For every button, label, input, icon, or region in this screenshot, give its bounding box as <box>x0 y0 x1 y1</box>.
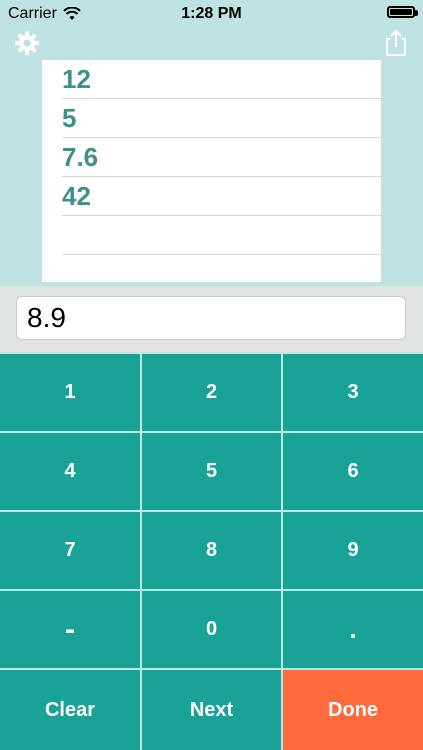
key-7[interactable]: 7 <box>0 512 140 589</box>
key-5[interactable]: 5 <box>142 433 281 510</box>
key-3[interactable]: 3 <box>283 354 423 431</box>
next-button[interactable]: Next <box>142 670 281 750</box>
list-item[interactable]: 42 <box>62 177 381 216</box>
clear-button[interactable]: Clear <box>0 670 140 750</box>
key-minus[interactable]: - <box>0 591 140 668</box>
key-9[interactable]: 9 <box>283 512 423 589</box>
battery-indicator <box>387 6 418 18</box>
list-item[interactable]: 12 <box>62 60 381 99</box>
number-keypad: 1 2 3 4 5 6 7 8 9 - 0 . Clear Next Done <box>0 352 423 750</box>
key-0[interactable]: 0 <box>142 591 281 668</box>
gear-icon[interactable] <box>12 28 42 58</box>
key-6[interactable]: 6 <box>283 433 423 510</box>
share-icon[interactable] <box>381 28 411 58</box>
list-item[interactable]: 5 <box>62 99 381 138</box>
battery-icon <box>387 6 418 18</box>
values-list: 12 5 7.6 42 <box>42 60 381 282</box>
key-2[interactable]: 2 <box>142 354 281 431</box>
key-decimal[interactable]: . <box>283 591 423 668</box>
list-item[interactable] <box>62 216 381 255</box>
number-entry-field[interactable]: 8.9 <box>16 296 406 340</box>
key-8[interactable]: 8 <box>142 512 281 589</box>
key-1[interactable]: 1 <box>0 354 140 431</box>
key-4[interactable]: 4 <box>0 433 140 510</box>
done-button[interactable]: Done <box>283 670 423 750</box>
entry-strip: 8.9 <box>0 286 423 352</box>
status-time: 1:28 PM <box>181 5 242 22</box>
list-item[interactable]: 7.6 <box>62 138 381 177</box>
status-bar: Carrier 1:28 PM <box>0 0 423 28</box>
